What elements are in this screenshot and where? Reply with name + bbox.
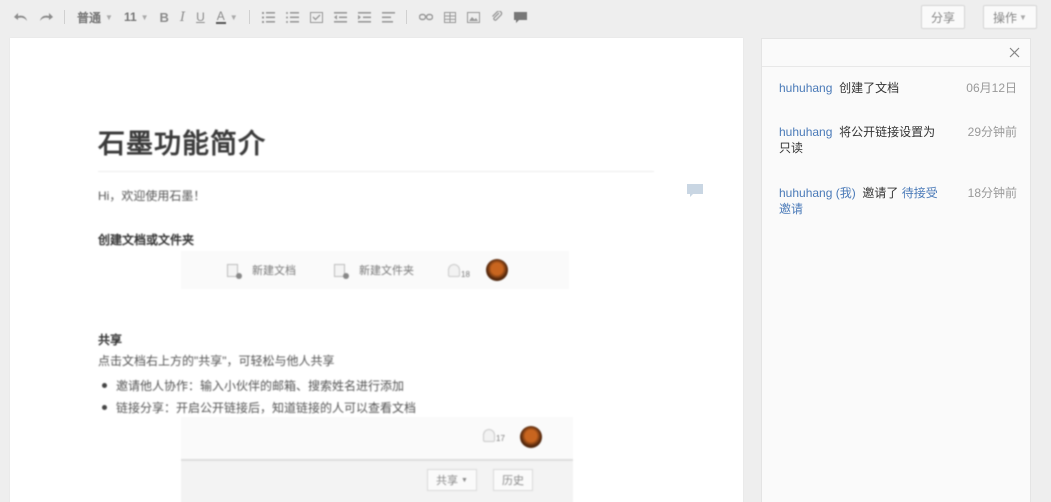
section-heading-create[interactable]: 创建文档或文件夹	[98, 231, 194, 248]
share-button[interactable]: 分享	[921, 5, 966, 29]
share-illustration: 17 共享 ▼ 历史	[181, 417, 573, 502]
activity-text: 创建了文档	[839, 81, 900, 95]
new-folder-icon	[334, 263, 349, 279]
table-icon[interactable]	[443, 7, 456, 27]
font-size-label: 11	[123, 10, 137, 24]
comment-icon[interactable]	[513, 7, 527, 27]
chevron-down-icon: ▼	[229, 12, 238, 22]
greeting-text[interactable]: Hi，欢迎使用石墨！	[98, 187, 205, 204]
activity-user[interactable]: huhuhang	[779, 81, 832, 95]
align-icon[interactable]	[381, 7, 395, 27]
bullet-text: 邀请他人协作：输入小伙伴的邮箱、搜索姓名进行添加	[116, 378, 405, 393]
document-canvas[interactable]: 石墨功能简介 Hi，欢迎使用石墨！ 创建文档或文件夹 新建文档 新建文件夹 18…	[10, 38, 743, 502]
avatar	[485, 259, 508, 281]
toolbar-divider	[64, 10, 65, 24]
document-title[interactable]: 石墨功能简介	[98, 122, 266, 161]
redo-icon[interactable]	[39, 7, 53, 27]
activity-time: 18分钟前	[967, 186, 1017, 200]
illustration-toolbar: 共享 ▼ 历史	[181, 459, 573, 502]
activity-text: 邀请了	[862, 186, 902, 200]
paragraph-style-label: 普通	[77, 10, 102, 25]
activity-user[interactable]: huhuhang (我)	[779, 186, 856, 200]
attachment-icon[interactable]	[491, 7, 503, 27]
close-icon[interactable]	[1009, 45, 1020, 63]
activity-panel-header	[762, 39, 1030, 67]
list-item[interactable]: 链接分享：开启公开链接后，知道链接的人可以查看文档	[102, 396, 416, 418]
new-doc-label: 新建文档	[252, 265, 296, 277]
ordered-list-icon[interactable]	[261, 7, 275, 27]
bell-icon	[448, 263, 460, 277]
section-heading-share[interactable]: 共享	[98, 331, 122, 348]
avatar	[520, 426, 542, 448]
indent-increase-icon[interactable]	[357, 7, 371, 27]
checklist-icon[interactable]	[309, 7, 323, 27]
toolbar-divider	[405, 10, 407, 24]
editor-toolbar: 普通 ▼ 11 ▼ B I U A ▼ 分享 操作 ▼	[0, 0, 1051, 34]
bullet-list-icon[interactable]	[285, 7, 299, 27]
toolbar-divider	[248, 10, 250, 24]
new-folder-label: 新建文件夹	[359, 265, 414, 277]
activity-item: huhuhang 创建了文档 06月12日	[779, 80, 1017, 96]
image-icon[interactable]	[466, 7, 480, 27]
activity-item: huhuhang 将公开链接设置为只读 29分钟前	[779, 124, 1017, 156]
bold-icon[interactable]: B	[160, 7, 169, 27]
activity-time: 29分钟前	[967, 125, 1017, 139]
illustration-share-button: 共享 ▼	[427, 469, 477, 491]
notification-count: 18	[461, 269, 470, 279]
activity-item: huhuhang (我) 邀请了 待接受邀请 18分钟前	[779, 185, 1017, 217]
activity-panel: huhuhang 创建了文档 06月12日 huhuhang 将公开链接设置为只…	[761, 38, 1031, 502]
share-intro-text[interactable]: 点击文档右上方的"共享"，可轻松与他人共享	[98, 352, 335, 369]
bullet-text: 链接分享：开启公开链接后，知道链接的人可以查看文档	[116, 400, 417, 415]
chevron-down-icon: ▼	[1019, 12, 1027, 22]
font-size-select[interactable]: 11 ▼	[124, 7, 149, 27]
illustration-share-label: 共享	[436, 475, 458, 487]
actions-menu-button[interactable]: 操作 ▼	[983, 5, 1037, 29]
notification-item: 18	[448, 262, 470, 279]
link-icon[interactable]	[418, 7, 433, 27]
actions-button-label: 操作	[993, 10, 1018, 25]
paragraph-style-select[interactable]: 普通 ▼	[77, 7, 113, 27]
indent-decrease-icon[interactable]	[333, 7, 347, 27]
illustration-history-label: 历史	[502, 475, 524, 487]
activity-time: 06月12日	[966, 81, 1017, 95]
title-divider	[98, 171, 654, 172]
list-item[interactable]: 邀请他人协作：输入小伙伴的邮箱、搜索姓名进行添加	[102, 374, 416, 396]
bell-icon	[483, 429, 495, 442]
share-bullet-list: 邀请他人协作：输入小伙伴的邮箱、搜索姓名进行添加 链接分享：开启公开链接后，知道…	[102, 374, 416, 418]
chevron-down-icon: ▼	[140, 12, 149, 22]
undo-icon[interactable]	[14, 7, 28, 27]
underline-icon[interactable]: U	[196, 7, 205, 27]
chevron-down-icon: ▼	[461, 476, 468, 484]
italic-icon[interactable]: I	[180, 7, 185, 27]
new-doc-item: 新建文档	[227, 262, 296, 279]
text-color-icon[interactable]: A ▼	[215, 7, 238, 27]
add-comment-icon[interactable]	[687, 184, 703, 203]
new-doc-icon	[227, 263, 242, 279]
notification-count: 17	[496, 434, 505, 443]
share-button-label: 分享	[931, 10, 956, 25]
chevron-down-icon: ▼	[105, 12, 113, 22]
illustration-history-button: 历史	[493, 469, 533, 491]
new-folder-item: 新建文件夹	[334, 262, 414, 279]
activity-user[interactable]: huhuhang	[779, 125, 832, 139]
create-illustration: 新建文档 新建文件夹 18	[181, 251, 569, 289]
